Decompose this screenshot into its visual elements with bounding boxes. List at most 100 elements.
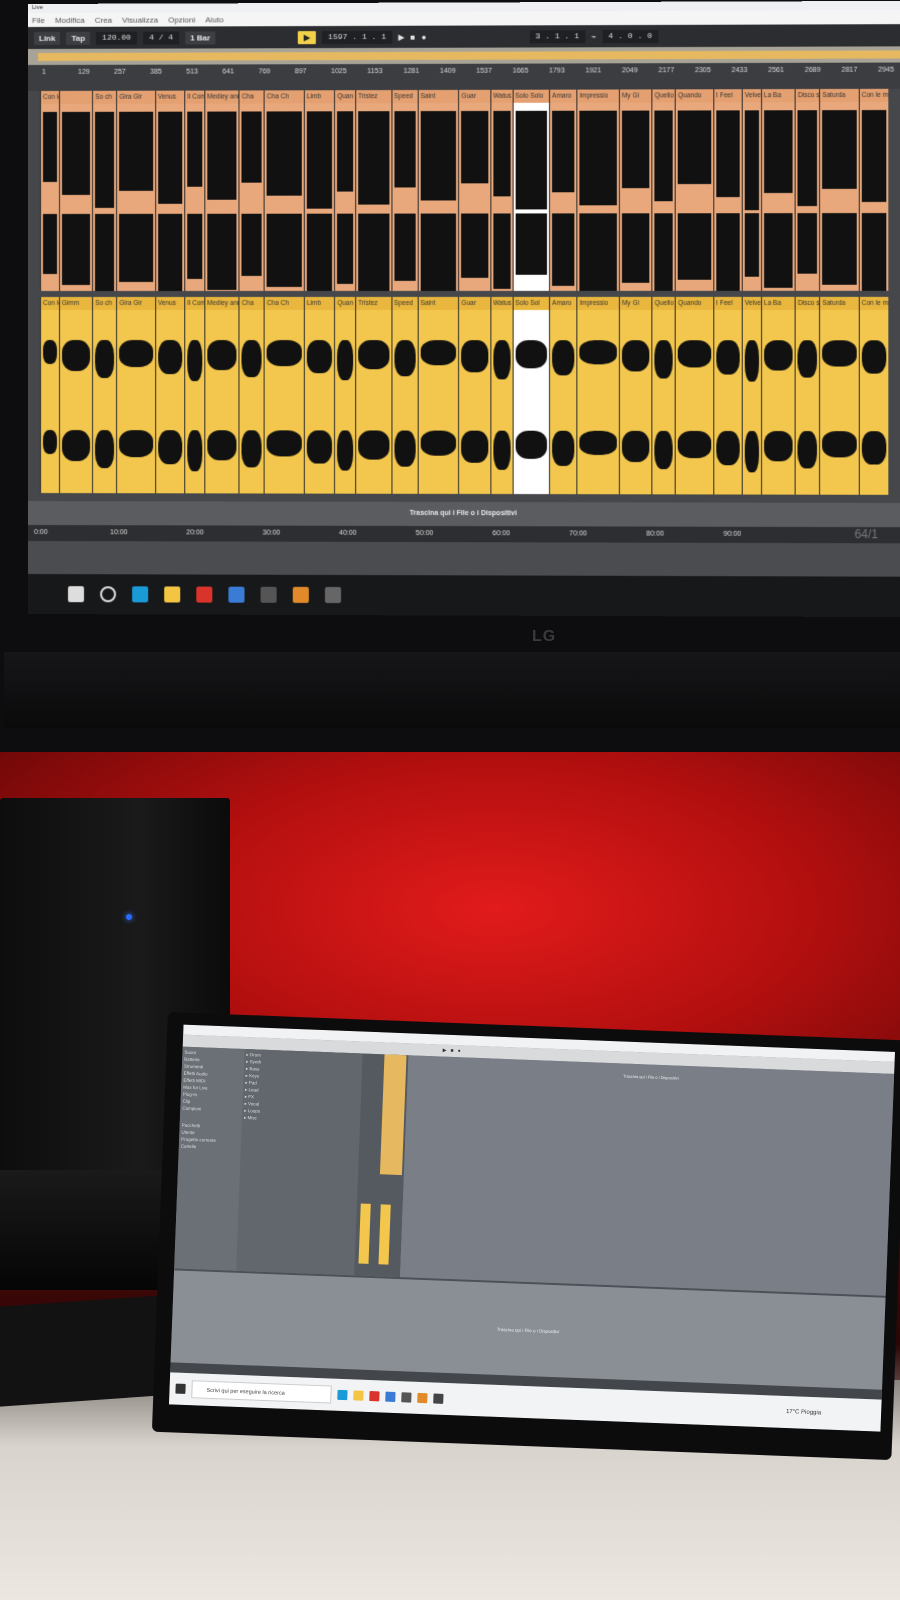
- audio-clip[interactable]: Cha Ch: [263, 296, 304, 494]
- audio-clip[interactable]: Watus: [490, 296, 513, 495]
- audio-clip[interactable]: Guar: [458, 296, 491, 494]
- stop-icon[interactable]: ■: [410, 32, 415, 41]
- audio-clip[interactable]: Disco samba BAK: [794, 296, 820, 495]
- audio-clip[interactable]: La Ba: [760, 296, 795, 495]
- menu-edit[interactable]: Modifica: [55, 15, 85, 24]
- audio-clip[interactable]: Cha: [238, 296, 264, 494]
- track-fader[interactable]: [378, 1204, 391, 1265]
- audio-clip[interactable]: Quando: [674, 89, 714, 291]
- audio-clip[interactable]: Con le mai: [858, 88, 889, 291]
- weather-widget[interactable]: 17°C Pioggia: [786, 1409, 821, 1416]
- laptop-stop-icon[interactable]: ■: [450, 1048, 453, 1054]
- audio-clip[interactable]: Speed: [391, 296, 418, 494]
- audio-clip[interactable]: So ch: [92, 90, 117, 291]
- audio-clip[interactable]: Saturda: [819, 88, 859, 291]
- audio-clip[interactable]: Speed: [391, 90, 418, 291]
- laptop-search-input[interactable]: Scrivi qui per eseguire la ricerca: [191, 1380, 332, 1404]
- audio-clip[interactable]: Saturda: [819, 296, 859, 495]
- link-button[interactable]: Link: [33, 31, 61, 45]
- menu-help[interactable]: Aiuto: [205, 15, 223, 24]
- time-signature-field[interactable]: 4 / 4: [143, 31, 180, 45]
- audio-clip[interactable]: Con le ma: [39, 296, 59, 494]
- audio-clip[interactable]: Amaro: [549, 89, 577, 291]
- audio-clip[interactable]: Quando: [674, 296, 714, 495]
- audio-clip[interactable]: Quan: [334, 296, 356, 494]
- menu-view[interactable]: Visualizza: [122, 15, 158, 24]
- audio-clip[interactable]: I Feel: [713, 89, 742, 291]
- app-s-icon[interactable]: [196, 586, 213, 603]
- search-icon[interactable]: [100, 586, 117, 603]
- audio-clip[interactable]: Disco samba: [794, 88, 820, 291]
- laptop-record-icon[interactable]: ●: [457, 1048, 460, 1054]
- drop-zone[interactable]: Trascina qui i File o i Dispositivi: [28, 501, 900, 528]
- laptop-plugin-icon[interactable]: [417, 1392, 428, 1404]
- audio-clip[interactable]: My Gi: [618, 89, 652, 291]
- audio-clip[interactable]: Solo Sol: [512, 296, 550, 495]
- audio-clip[interactable]: Medley ann: [204, 296, 239, 494]
- laptop-edge-icon[interactable]: [337, 1389, 348, 1401]
- windows-start-icon[interactable]: [68, 586, 85, 603]
- audio-clip[interactable]: Saint: [417, 296, 459, 494]
- loop-start-field[interactable]: 3 . 1 . 1: [529, 29, 586, 43]
- audio-clip[interactable]: Venus: [154, 296, 185, 494]
- laptop-app-s-icon[interactable]: [369, 1391, 380, 1402]
- menu-options[interactable]: Opzioni: [168, 15, 195, 24]
- laptop-live-icon[interactable]: [401, 1392, 412, 1403]
- audio-clip[interactable]: Gira Gir: [116, 296, 155, 494]
- audio-clip[interactable]: Watus: [490, 89, 513, 291]
- audio-clip[interactable]: My Gi: [618, 296, 652, 495]
- live-active-icon[interactable]: [324, 586, 342, 604]
- menu-create[interactable]: Crea: [95, 15, 112, 24]
- audio-clip[interactable]: Il Com: [184, 296, 205, 494]
- audio-clip[interactable]: Cha: [238, 90, 264, 291]
- laptop-bird-app-icon[interactable]: [385, 1391, 396, 1403]
- bar-ruler[interactable]: 1 129 257 385 513 641 769 897 1025 1153 1281 1409 15…: [28, 62, 900, 91]
- audio-clip[interactable]: Limb: [303, 90, 335, 291]
- bird-app-icon[interactable]: [228, 586, 245, 603]
- play-icon[interactable]: ▶: [398, 32, 404, 41]
- audio-clip[interactable]: So ch: [92, 296, 117, 494]
- loop-length-field[interactable]: 4 . 0 . 0: [602, 29, 659, 43]
- track-fader[interactable]: [358, 1203, 371, 1264]
- follow-button[interactable]: ▶: [297, 30, 316, 44]
- browser-place[interactable]: Cartelle: [181, 1143, 237, 1152]
- audio-clip[interactable]: Velvet: [741, 296, 761, 495]
- audio-clip[interactable]: Impressio: [576, 296, 619, 495]
- audio-clip[interactable]: La Ba: [760, 89, 795, 291]
- laptop-folder-icon[interactable]: [353, 1390, 364, 1401]
- audio-clip[interactable]: Quan: [334, 90, 356, 291]
- audio-clip[interactable]: I Feel: [713, 296, 742, 495]
- quantize-select[interactable]: 1 Bar: [185, 30, 216, 45]
- audio-clip[interactable]: Amaro: [549, 296, 577, 495]
- audio-clip[interactable]: Il Com: [184, 90, 205, 291]
- audio-clip[interactable]: Con le ma: [39, 90, 59, 291]
- audio-clip[interactable]: Tristez: [355, 296, 391, 494]
- audio-clip[interactable]: Cha Ch: [263, 90, 304, 291]
- audio-clip[interactable]: [58, 90, 93, 291]
- laptop-live-active-icon[interactable]: [433, 1393, 444, 1404]
- clip-slot-column[interactable]: [379, 1054, 407, 1176]
- audio-clip[interactable]: Quello c: [651, 296, 675, 495]
- laptop-play-icon[interactable]: ▶: [443, 1048, 447, 1054]
- edge-icon[interactable]: [132, 586, 149, 603]
- audio-clip[interactable]: Guar: [458, 89, 491, 291]
- audio-clip[interactable]: Tristez: [355, 90, 391, 291]
- record-icon[interactable]: ●: [421, 32, 426, 41]
- audio-clip[interactable]: Quello c: [651, 89, 675, 291]
- audio-clip[interactable]: Medley ann: [204, 90, 239, 291]
- position-field[interactable]: 1597 . 1 . 1: [322, 30, 393, 44]
- audio-clip[interactable]: Gira Gir: [116, 90, 155, 291]
- punch-icon[interactable]: ⌁: [591, 32, 596, 41]
- tempo-field[interactable]: 120.00: [96, 31, 138, 45]
- audio-clip[interactable]: Limb: [303, 296, 335, 494]
- audio-clip[interactable]: Velvet: [741, 89, 761, 291]
- laptop-start-icon[interactable]: [175, 1383, 186, 1394]
- plugin-app-icon[interactable]: [292, 586, 309, 603]
- audio-clip[interactable]: Con le ma: [858, 296, 889, 495]
- live-icon[interactable]: [260, 586, 277, 603]
- folder-icon[interactable]: [164, 586, 181, 603]
- audio-clip[interactable]: Gimm: [58, 296, 93, 494]
- audio-clip[interactable]: Saint: [417, 89, 459, 291]
- audio-clip[interactable]: Solo Solo: [512, 89, 550, 291]
- audio-clip[interactable]: Venus: [154, 90, 185, 291]
